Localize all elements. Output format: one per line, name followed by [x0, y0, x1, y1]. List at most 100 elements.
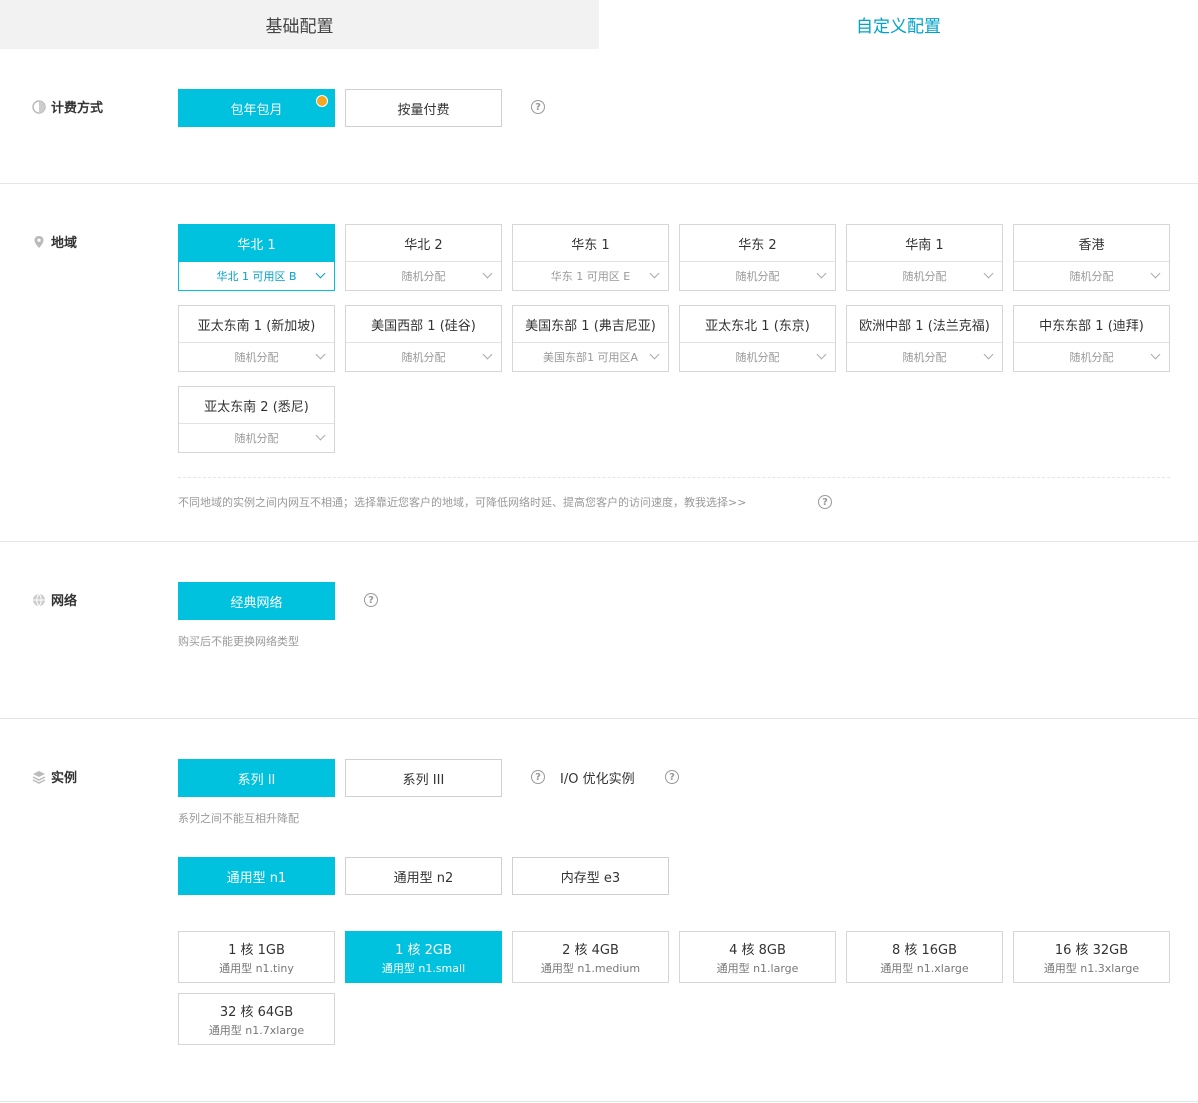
region-card-north-china-2[interactable]: 华北 2 随机分配: [345, 224, 502, 291]
series-note: 系列之间不能互相升降配: [178, 812, 299, 825]
classic-network-button[interactable]: 经典网络: [178, 582, 335, 620]
zone-value: 随机分配: [401, 270, 446, 283]
billing-help-icon[interactable]: ?: [531, 100, 545, 114]
billing-payg-button[interactable]: 按量付费: [345, 89, 502, 127]
region-card-north-china-1[interactable]: 华北 1 华北 1 可用区 B: [178, 224, 335, 291]
family-n1-button[interactable]: 通用型 n1: [178, 857, 335, 895]
billing-section-label: 计费方式: [32, 97, 103, 116]
instance-label: 实例: [51, 771, 78, 786]
region-card-hongkong[interactable]: 香港 随机分配: [1013, 224, 1170, 291]
chevron-down-icon: [315, 430, 326, 441]
region-card-east-china-2[interactable]: 华东 2 随机分配: [679, 224, 836, 291]
spec-card-n1-xlarge[interactable]: 8 核 16GB 通用型 n1.xlarge: [846, 931, 1003, 983]
network-section-label: 网络: [32, 590, 77, 609]
zone-select[interactable]: 随机分配: [179, 342, 334, 371]
network-help-icon[interactable]: ?: [364, 593, 378, 607]
spec-type: 通用型 n1.7xlarge: [208, 1023, 305, 1037]
divider: [0, 718, 1198, 719]
spec-cpu-mem: 1 核 1GB: [228, 942, 285, 958]
chevron-down-icon: [983, 349, 994, 360]
zone-value: 随机分配: [234, 351, 279, 364]
series-2-button[interactable]: 系列 II: [178, 759, 335, 797]
spec-card-n1-7xlarge[interactable]: 32 核 64GB 通用型 n1.7xlarge: [178, 993, 335, 1045]
tab-basic-config[interactable]: 基础配置: [0, 0, 599, 49]
region-card-dubai[interactable]: 中东东部 1 (迪拜) 随机分配: [1013, 305, 1170, 372]
region-note: 不同地域的实例之间内网互不相通；选择靠近您客户的地域，可降低网络时延、提高您客户…: [178, 496, 747, 509]
divider: [0, 1101, 1198, 1102]
zone-value: 美国东部1 可用区A: [542, 351, 639, 364]
divider: [0, 183, 1198, 184]
region-help-icon[interactable]: ?: [818, 495, 832, 509]
spec-card-n1-large[interactable]: 4 核 8GB 通用型 n1.large: [679, 931, 836, 983]
region-card-tokyo[interactable]: 亚太东北 1 (东京) 随机分配: [679, 305, 836, 372]
spec-type: 通用型 n1.3xlarge: [1043, 961, 1140, 975]
region-name: 美国东部 1 (弗吉尼亚): [525, 318, 656, 334]
region-name: 香港: [1078, 237, 1105, 253]
spec-cpu-mem: 1 核 2GB: [395, 942, 452, 958]
tab-custom-config[interactable]: 自定义配置: [599, 0, 1198, 49]
region-card-sydney[interactable]: 亚太东南 2 (悉尼) 随机分配: [178, 386, 335, 453]
series-help-icon[interactable]: ?: [531, 770, 545, 784]
zone-value: 随机分配: [1069, 351, 1114, 364]
region-card-singapore[interactable]: 亚太东南 1 (新加坡) 随机分配: [178, 305, 335, 372]
spec-card-n1-medium[interactable]: 2 核 4GB 通用型 n1.medium: [512, 931, 669, 983]
region-card-silicon-valley[interactable]: 美国西部 1 (硅谷) 随机分配: [345, 305, 502, 372]
region-card-frankfurt[interactable]: 欧洲中部 1 (法兰克福) 随机分配: [846, 305, 1003, 372]
billing-subscription-button[interactable]: 包年包月: [178, 89, 335, 127]
region-card-virginia[interactable]: 美国东部 1 (弗吉尼亚) 美国东部1 可用区A: [512, 305, 669, 372]
zone-select[interactable]: 随机分配: [680, 342, 835, 371]
dashed-divider: [178, 477, 1170, 478]
series-3-button[interactable]: 系列 III: [345, 759, 502, 797]
zone-value: 随机分配: [401, 351, 446, 364]
zone-value: 随机分配: [735, 351, 780, 364]
spec-card-n1-small[interactable]: 1 核 2GB 通用型 n1.small: [345, 931, 502, 983]
family-n2-button[interactable]: 通用型 n2: [345, 857, 502, 895]
chevron-down-icon: [315, 268, 326, 279]
region-label: 地域: [51, 236, 78, 251]
config-tabs: 基础配置 自定义配置: [0, 0, 1198, 49]
spec-cpu-mem: 8 核 16GB: [891, 942, 958, 958]
zone-select[interactable]: 随机分配: [1014, 261, 1169, 290]
zone-select[interactable]: 华北 1 可用区 B: [179, 261, 334, 290]
zone-select[interactable]: 随机分配: [847, 261, 1002, 290]
zone-value: 华北 1 可用区 B: [216, 270, 297, 283]
zone-value: 随机分配: [902, 270, 947, 283]
chevron-down-icon: [482, 268, 493, 279]
zone-value: 随机分配: [1069, 270, 1114, 283]
zone-select[interactable]: 随机分配: [1014, 342, 1169, 371]
billing-label: 计费方式: [51, 101, 104, 116]
divider: [0, 541, 1198, 542]
zone-value: 华东 1 可用区 E: [550, 270, 631, 283]
zone-select[interactable]: 美国东部1 可用区A: [513, 342, 668, 371]
zone-select[interactable]: 随机分配: [179, 423, 334, 452]
spec-cpu-mem: 32 核 64GB: [219, 1004, 294, 1020]
spec-cpu-mem: 2 核 4GB: [562, 942, 619, 958]
globe-icon: [32, 593, 46, 607]
network-note: 购买后不能更换网络类型: [178, 635, 299, 648]
region-name: 亚太东北 1 (东京): [705, 318, 810, 334]
chevron-down-icon: [649, 268, 660, 279]
zone-select[interactable]: 随机分配: [346, 342, 501, 371]
billing-icon: [32, 99, 46, 114]
spec-type: 通用型 n1.medium: [540, 961, 641, 975]
region-card-south-china-1[interactable]: 华南 1 随机分配: [846, 224, 1003, 291]
location-pin-icon: [32, 235, 46, 249]
io-help-icon[interactable]: ?: [665, 770, 679, 784]
chevron-down-icon: [983, 268, 994, 279]
zone-select[interactable]: 随机分配: [680, 261, 835, 290]
spec-type: 通用型 n1.large: [716, 961, 799, 975]
io-optimized-label: I/O 优化实例: [560, 772, 635, 787]
spec-card-n1-3xlarge[interactable]: 16 核 32GB 通用型 n1.3xlarge: [1013, 931, 1170, 983]
spec-card-n1-tiny[interactable]: 1 核 1GB 通用型 n1.tiny: [178, 931, 335, 983]
region-name: 华北 2: [404, 237, 443, 253]
zone-select[interactable]: 华东 1 可用区 E: [513, 261, 668, 290]
region-card-east-china-1[interactable]: 华东 1 华东 1 可用区 E: [512, 224, 669, 291]
zone-select[interactable]: 随机分配: [847, 342, 1002, 371]
zone-select[interactable]: 随机分配: [346, 261, 501, 290]
region-name: 美国西部 1 (硅谷): [371, 318, 476, 334]
region-name: 华东 2: [738, 237, 777, 253]
region-name: 华北 1: [179, 225, 334, 261]
spec-cpu-mem: 4 核 8GB: [729, 942, 786, 958]
region-section-label: 地域: [32, 232, 77, 251]
family-e3-button[interactable]: 内存型 e3: [512, 857, 669, 895]
